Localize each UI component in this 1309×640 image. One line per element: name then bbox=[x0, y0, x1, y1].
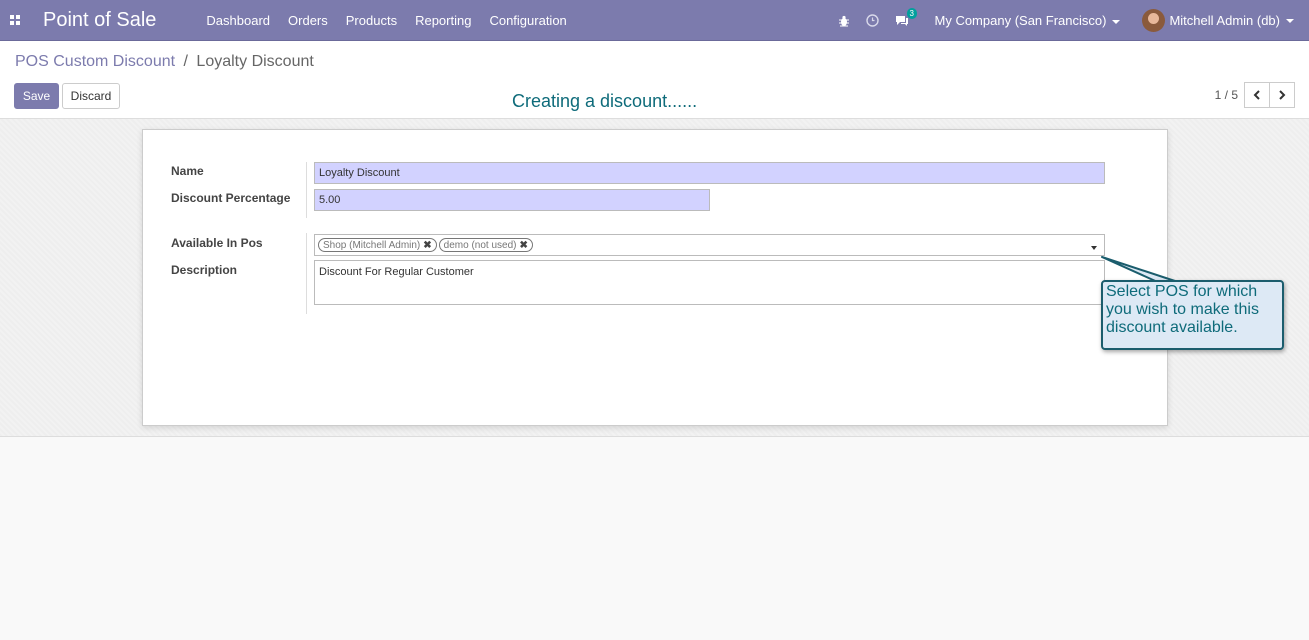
available-in-pos-label: Available In Pos bbox=[171, 236, 263, 250]
pos-tag-label: Shop (Mitchell Admin) bbox=[323, 239, 421, 251]
pos-tag: demo (not used) ✖ bbox=[438, 238, 533, 252]
field-separator bbox=[306, 162, 307, 218]
user-menu[interactable]: Mitchell Admin (db) bbox=[1142, 9, 1294, 32]
chevron-down-icon bbox=[1286, 18, 1294, 23]
pos-tag-label: demo (not used) bbox=[443, 239, 517, 251]
name-value: Loyalty Discount bbox=[319, 167, 400, 179]
chevron-right-icon bbox=[1279, 90, 1286, 100]
form-sheet: Name Loyalty Discount Discount Percentag… bbox=[142, 129, 1168, 426]
menu-item-products[interactable]: Products bbox=[346, 13, 397, 28]
control-panel: POS Custom Discount / Loyalty Discount S… bbox=[0, 41, 1309, 119]
app-title[interactable]: Point of Sale bbox=[43, 9, 156, 32]
top-navbar: Point of Sale Dashboard Orders Products … bbox=[0, 0, 1309, 41]
breadcrumb-current: Loyalty Discount bbox=[196, 53, 314, 70]
messages-count-badge: 3 bbox=[906, 7, 917, 19]
main-menu: Dashboard Orders Products Reporting Conf… bbox=[206, 13, 584, 28]
messages-icon[interactable]: 3 bbox=[895, 7, 917, 27]
bug-icon[interactable] bbox=[838, 15, 850, 27]
pager-next-button[interactable] bbox=[1269, 82, 1295, 108]
dropdown-caret-icon[interactable] bbox=[1091, 246, 1097, 250]
menu-item-configuration[interactable]: Configuration bbox=[489, 13, 566, 28]
avatar bbox=[1142, 9, 1166, 32]
chevron-down-icon bbox=[1112, 19, 1121, 24]
tour-step-title: Creating a discount...... bbox=[512, 91, 698, 111]
menu-item-reporting[interactable]: Reporting bbox=[415, 13, 471, 28]
company-name: My Company (San Francisco) bbox=[934, 13, 1107, 28]
user-name: Mitchell Admin (db) bbox=[1169, 13, 1280, 28]
company-switcher[interactable]: My Company (San Francisco) bbox=[935, 13, 1121, 28]
menu-item-dashboard[interactable]: Dashboard bbox=[206, 13, 270, 28]
tour-tooltip: Select POS for which you wish to make th… bbox=[1101, 280, 1284, 350]
discount-percentage-label: Discount Percentage bbox=[171, 191, 291, 205]
name-label: Name bbox=[171, 164, 204, 178]
remove-tag-icon[interactable]: ✖ bbox=[423, 240, 431, 251]
name-field[interactable]: Loyalty Discount bbox=[314, 162, 1105, 184]
discount-percentage-value: 5.00 bbox=[319, 194, 341, 206]
pos-tag: Shop (Mitchell Admin) ✖ bbox=[318, 238, 437, 252]
chevron-left-icon bbox=[1253, 90, 1260, 100]
breadcrumb-separator: / bbox=[183, 53, 188, 70]
pager-previous-button[interactable] bbox=[1244, 82, 1270, 108]
description-textarea[interactable]: Discount For Regular Customer bbox=[314, 260, 1105, 305]
breadcrumb: POS Custom Discount / Loyalty Discount bbox=[15, 53, 314, 71]
field-separator bbox=[306, 233, 307, 314]
available-in-pos-field[interactable]: Shop (Mitchell Admin) ✖ demo (not used) ✖ bbox=[314, 234, 1105, 256]
discount-percentage-field[interactable]: 5.00 bbox=[314, 189, 710, 211]
description-label: Description bbox=[171, 263, 238, 277]
breadcrumb-parent-link[interactable]: POS Custom Discount bbox=[15, 53, 175, 70]
clock-icon[interactable] bbox=[865, 14, 879, 27]
discard-button[interactable]: Discard bbox=[62, 83, 120, 109]
menu-item-orders[interactable]: Orders bbox=[288, 13, 328, 28]
apps-menu-icon[interactable] bbox=[0, 0, 30, 41]
save-button[interactable]: Save bbox=[14, 83, 59, 109]
remove-tag-icon[interactable]: ✖ bbox=[519, 240, 527, 251]
pager: 1 / 5 bbox=[1215, 82, 1309, 108]
pager-value[interactable]: 1 / 5 bbox=[1215, 88, 1238, 102]
